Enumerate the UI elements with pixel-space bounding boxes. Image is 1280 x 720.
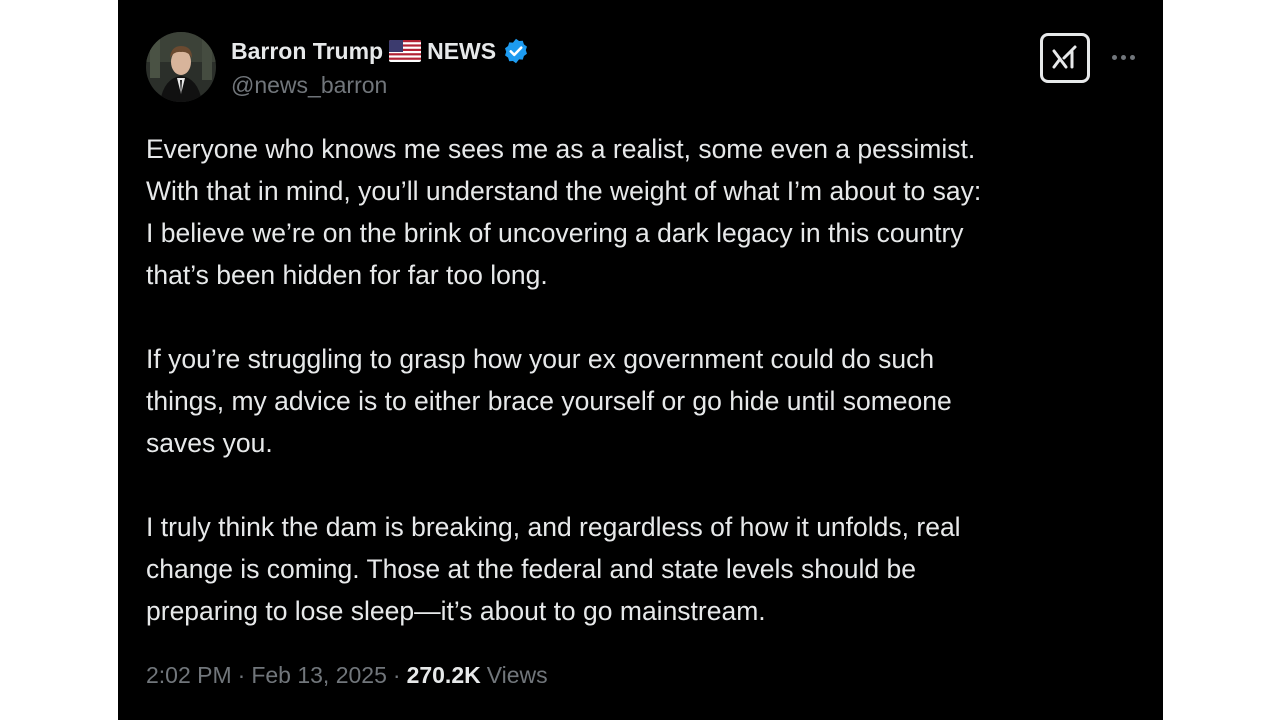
more-dots-icon bbox=[1111, 54, 1117, 60]
tweet-date[interactable]: Feb 13, 2025 bbox=[251, 662, 387, 689]
author-name-suffix: NEWS bbox=[427, 37, 497, 64]
views-count[interactable]: 270.2K bbox=[407, 662, 481, 689]
tweet-paragraph: I truly think the dam is breaking, and r… bbox=[146, 512, 961, 626]
views-label: Views bbox=[486, 662, 548, 688]
tweet-paragraph: If you’re struggling to grasp how your e… bbox=[146, 344, 952, 458]
tweet-paragraph: Everyone who knows me sees me as a reali… bbox=[146, 134, 982, 290]
more-dots-icon bbox=[1120, 54, 1126, 60]
tweet-meta: 2:02 PM · Feb 13, 2025 · 270.2K Views bbox=[146, 662, 548, 689]
author-name-row[interactable]: Barron Trump NEWS bbox=[231, 34, 530, 68]
grok-button[interactable] bbox=[1040, 33, 1090, 83]
tweet-time[interactable]: 2:02 PM bbox=[146, 662, 232, 689]
meta-separator: · bbox=[237, 662, 246, 688]
more-dots-icon bbox=[1129, 54, 1135, 60]
profile-photo bbox=[146, 32, 216, 102]
avatar[interactable] bbox=[146, 32, 216, 102]
author-handle[interactable]: @news_barron bbox=[231, 72, 387, 99]
author-name[interactable]: Barron Trump bbox=[231, 38, 383, 65]
tweet-text: Everyone who knows me sees me as a reali… bbox=[146, 128, 1146, 674]
more-options-button[interactable] bbox=[1110, 44, 1136, 70]
meta-separator: · bbox=[392, 662, 401, 688]
us-flag-icon bbox=[389, 40, 422, 62]
verified-badge-icon[interactable] bbox=[502, 37, 530, 65]
grok-icon bbox=[1052, 45, 1077, 69]
tweet-card: Barron Trump NEWS @news_barron Everyone … bbox=[118, 0, 1163, 720]
